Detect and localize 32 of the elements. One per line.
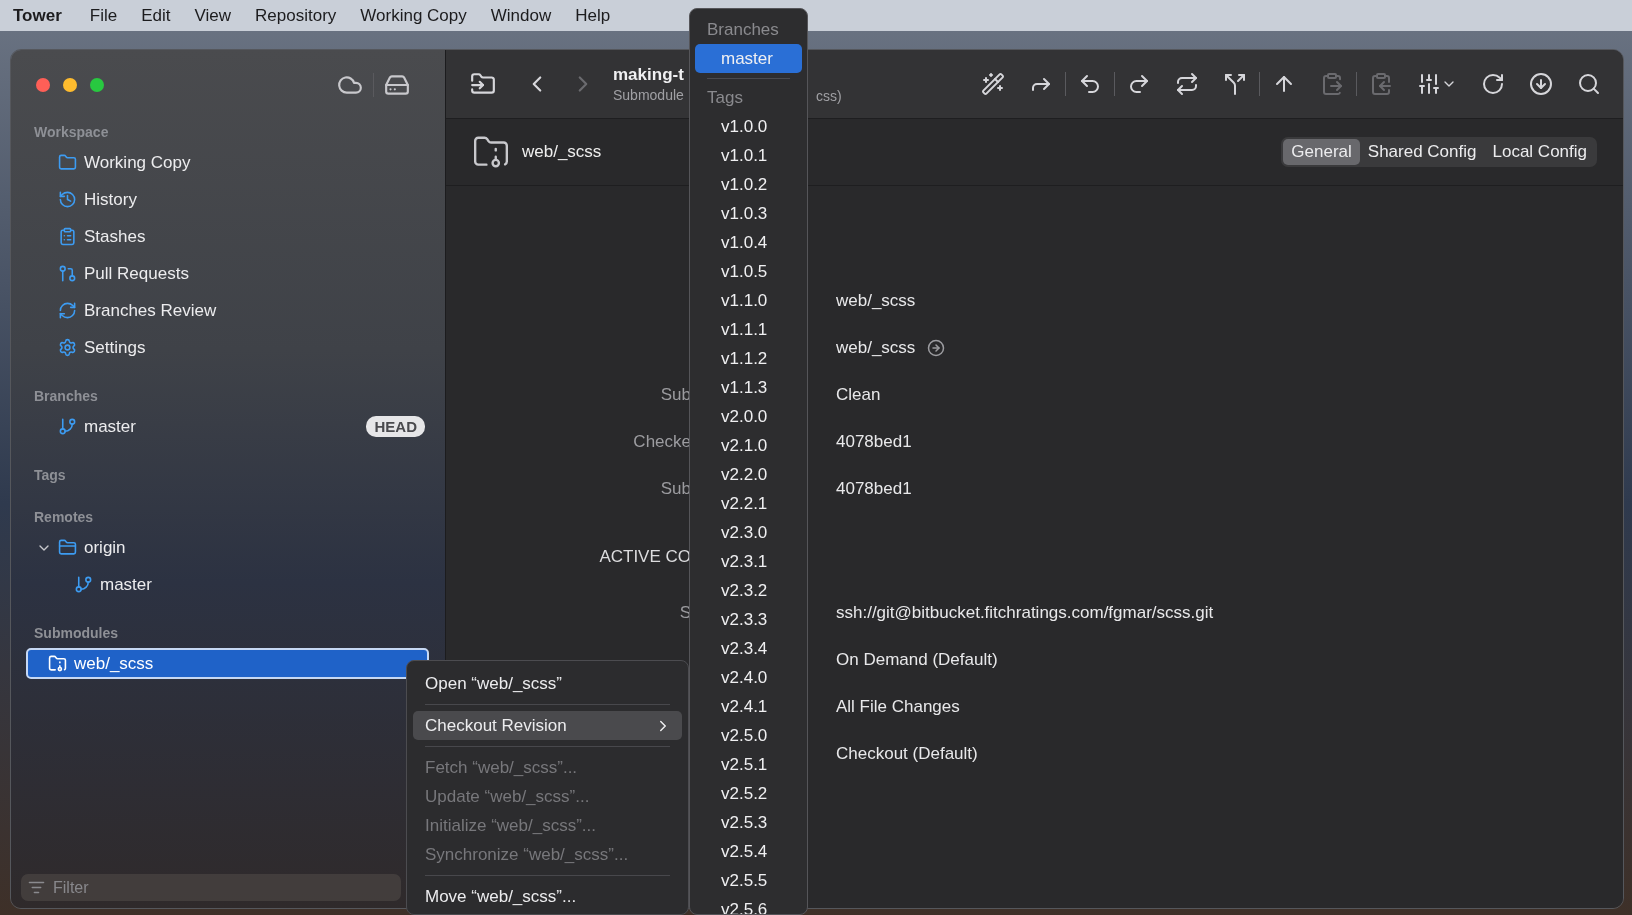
submodule-title: web/_scss (522, 142, 602, 162)
item-label: master (100, 574, 152, 595)
section-title: Submodules (33, 624, 119, 643)
field-label: Checke (632, 431, 691, 452)
repository-title: making-t (613, 65, 685, 85)
item-label: Pull Requests (84, 263, 189, 284)
field-value: 4078bed1 (836, 478, 912, 499)
item-label: Stashes (84, 226, 146, 247)
item-label: Working Copy (84, 152, 191, 173)
item-label: History (84, 189, 137, 210)
item-label: Settings (84, 337, 146, 358)
section-title: Branches (33, 387, 99, 406)
item-label: web/_scss (74, 653, 154, 674)
field-value: All File Changes (836, 696, 960, 717)
section-title: Remotes (33, 508, 95, 527)
field-value: Clean (836, 384, 881, 405)
item-label: origin (84, 537, 126, 558)
field-value: web/_scss (836, 337, 916, 358)
item-label: master (84, 416, 136, 437)
repository-subtitle: css) (816, 88, 842, 104)
menu-heading: Branches (706, 19, 780, 41)
field-value: Checkout (Default) (836, 743, 978, 764)
field-value: 4078bed1 (836, 431, 912, 452)
menu-heading: Tags (706, 87, 744, 109)
field-value: ssh://git@bitbucket.fitchratings.com/fgmar/scss.git (836, 602, 1214, 623)
section-title: Tags (33, 466, 67, 485)
section-title: Workspace (33, 123, 110, 142)
item-label: Branches Review (84, 300, 217, 321)
head-badge: HEAD (366, 416, 425, 437)
repository-subtitle: Submodule (613, 87, 685, 103)
field-value: web/_scss (836, 290, 916, 311)
field-value: On Demand (Default) (836, 649, 998, 670)
